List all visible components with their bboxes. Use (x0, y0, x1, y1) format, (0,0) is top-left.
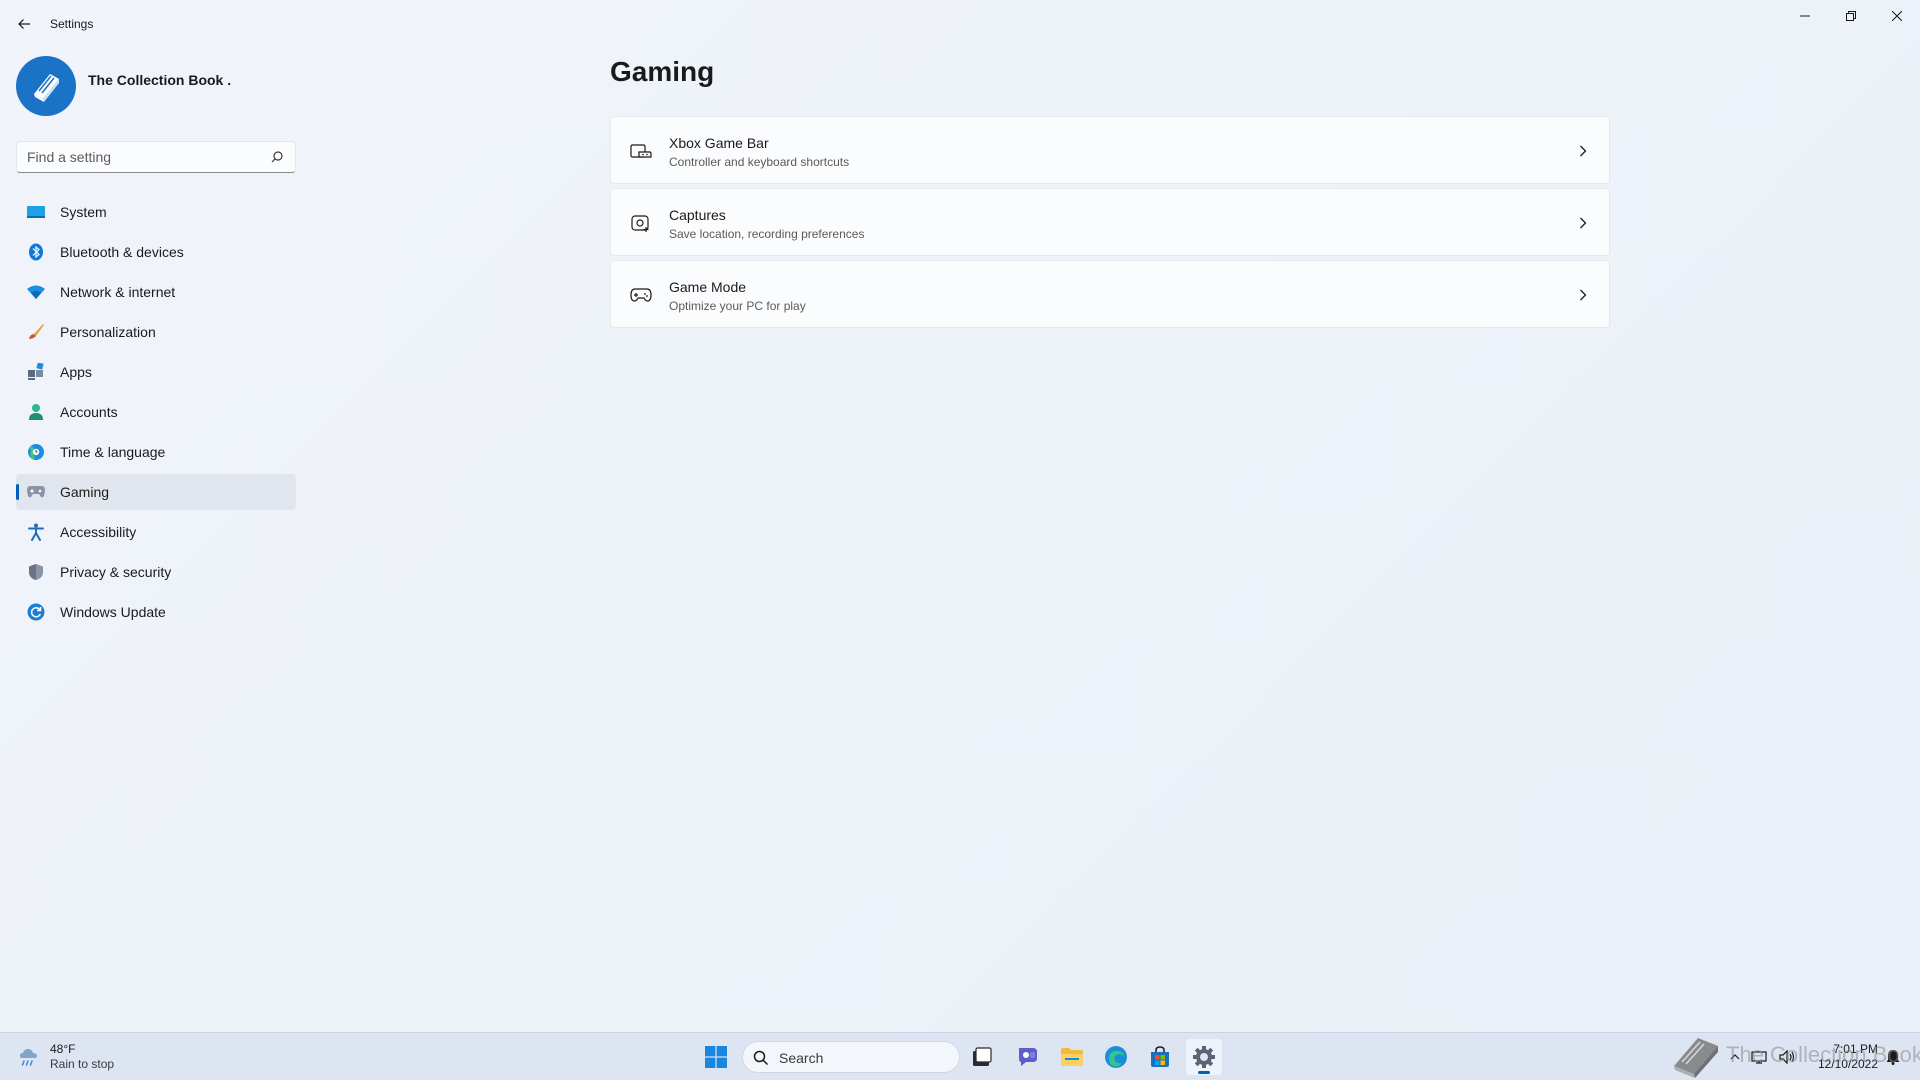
close-button[interactable] (1874, 0, 1920, 32)
close-icon (1892, 11, 1902, 21)
sidebar-item-label: Personalization (60, 324, 156, 340)
card-title: Xbox Game Bar (669, 135, 769, 151)
minimize-button[interactable] (1782, 0, 1828, 32)
update-icon (26, 603, 46, 621)
sidebar-item-system[interactable]: System (16, 194, 296, 230)
avatar[interactable] (16, 56, 76, 116)
sidebar-item-label: Windows Update (60, 604, 166, 620)
sidebar-item-label: Bluetooth & devices (60, 244, 184, 260)
search-icon (753, 1050, 769, 1066)
gaming-icon (26, 483, 46, 501)
chevron-right-icon (1577, 215, 1589, 231)
sidebar-item-label: Privacy & security (60, 564, 172, 580)
book-watermark-icon (1674, 1038, 1718, 1078)
accessibility-icon (26, 523, 46, 541)
settings-window: Settings The Collection Book . Find a se… (0, 0, 1920, 1032)
captures-card[interactable]: Captures Save location, recording prefer… (610, 188, 1610, 256)
title-bar: Settings (0, 0, 1920, 48)
task-view-icon (973, 1047, 992, 1066)
settings-taskbar-button[interactable] (1186, 1039, 1222, 1075)
book-icon (34, 74, 59, 102)
card-subtitle: Optimize your PC for play (669, 299, 806, 313)
sidebar-item-gaming[interactable]: Gaming (16, 474, 296, 510)
sidebar-item-windows-update[interactable]: Windows Update (16, 594, 296, 630)
file-explorer-button[interactable] (1054, 1039, 1090, 1075)
search-input[interactable] (27, 142, 267, 172)
rain-icon (16, 1043, 44, 1071)
card-subtitle: Save location, recording preferences (669, 227, 865, 241)
search-icon[interactable] (271, 150, 285, 164)
sidebar-item-apps[interactable]: Apps (16, 354, 296, 390)
sidebar-item-label: Time & language (60, 444, 166, 460)
settings-search-box[interactable] (16, 141, 296, 173)
chat-icon (1019, 1048, 1037, 1066)
start-button[interactable] (698, 1039, 734, 1075)
chat-button[interactable] (1010, 1039, 1046, 1075)
store-button[interactable] (1142, 1039, 1178, 1075)
sidebar-item-network[interactable]: Network & internet (16, 274, 296, 310)
card-subtitle: Controller and keyboard shortcuts (669, 155, 850, 169)
card-title: Game Mode (669, 279, 747, 295)
settings-cards: Xbox Game Bar Controller and keyboard sh… (610, 116, 1610, 332)
weather-temperature: 48°F (50, 1042, 76, 1056)
folder-icon (1061, 1048, 1083, 1066)
captures-icon (629, 213, 653, 233)
taskbar-search[interactable]: Search (742, 1041, 960, 1073)
bluetooth-icon (26, 243, 46, 261)
taskbar: 48°F Rain to stop Search 7:01 PM 12/10/2… (0, 1032, 1920, 1080)
restore-button[interactable] (1828, 0, 1874, 32)
game-mode-card[interactable]: Game Mode Optimize your PC for play (610, 260, 1610, 328)
sidebar-item-label: Apps (60, 364, 92, 380)
back-arrow-icon (18, 19, 30, 29)
xbox-game-bar-card[interactable]: Xbox Game Bar Controller and keyboard sh… (610, 116, 1610, 184)
windows-logo-icon (705, 1046, 727, 1068)
gamepad-icon (629, 285, 653, 305)
sidebar-item-label: Accessibility (60, 524, 137, 540)
sidebar-item-accounts[interactable]: Accounts (16, 394, 296, 430)
restore-icon (1846, 11, 1856, 21)
game-bar-icon (629, 141, 653, 161)
shield-icon (26, 563, 46, 581)
gear-icon (1193, 1046, 1215, 1068)
brush-icon (26, 323, 46, 341)
edge-browser-icon (1105, 1046, 1127, 1068)
task-view-button[interactable] (964, 1039, 1000, 1075)
store-icon (1151, 1046, 1169, 1067)
sidebar-item-accessibility[interactable]: Accessibility (16, 514, 296, 550)
accounts-icon (26, 403, 46, 421)
sidebar-item-label: Gaming (60, 484, 110, 500)
sidebar-item-privacy[interactable]: Privacy & security (16, 554, 296, 590)
watermark-text: The Collection Book (1726, 1042, 1920, 1067)
watermark: The Collection Book (1668, 1030, 1920, 1080)
chevron-right-icon (1577, 143, 1589, 159)
wifi-icon (26, 283, 46, 301)
profile-name: The Collection Book . (88, 72, 232, 88)
sidebar-item-time-language[interactable]: Time & language (16, 434, 296, 470)
weather-description: Rain to stop (50, 1057, 115, 1071)
weather-widget[interactable]: 48°F Rain to stop (16, 1041, 114, 1073)
sidebar-item-label: Accounts (60, 404, 118, 420)
edge-button[interactable] (1098, 1039, 1134, 1075)
minimize-icon (1800, 15, 1810, 17)
taskbar-search-label: Search (779, 1050, 824, 1066)
app-title: Settings (50, 17, 94, 31)
sidebar-item-label: System (60, 204, 107, 220)
sidebar-item-personalization[interactable]: Personalization (16, 314, 296, 350)
page-title: Gaming (610, 56, 715, 87)
sidebar-nav: System Bluetooth & devices Network & int… (16, 194, 296, 634)
system-icon (26, 203, 46, 221)
time-language-icon (26, 443, 46, 461)
back-button[interactable] (12, 12, 36, 36)
apps-icon (26, 363, 46, 381)
card-title: Captures (669, 207, 726, 223)
chevron-right-icon (1577, 287, 1589, 303)
sidebar-item-bluetooth[interactable]: Bluetooth & devices (16, 234, 296, 270)
sidebar-item-label: Network & internet (60, 284, 176, 300)
